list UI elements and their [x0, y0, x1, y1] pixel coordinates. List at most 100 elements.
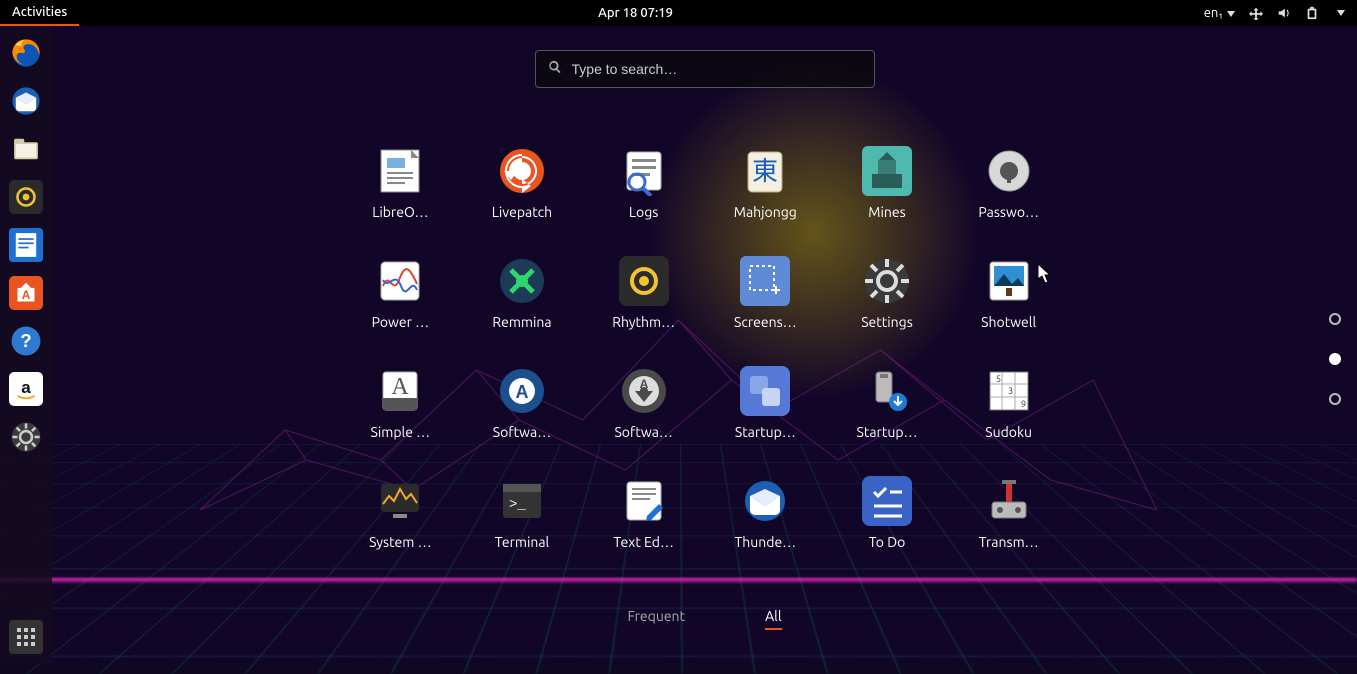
svg-text:A: A: [515, 382, 528, 402]
network-icon[interactable]: [1249, 6, 1263, 20]
app-label: Shotwell: [981, 314, 1036, 330]
app-system-monitor[interactable]: System …: [355, 476, 447, 550]
dock: A? a: [0, 26, 52, 664]
input-source-indicator[interactable]: en₁: [1204, 6, 1235, 20]
app-terminal[interactable]: >_Terminal: [476, 476, 568, 550]
tab-frequent[interactable]: Frequent: [628, 608, 686, 630]
screenshot-icon: [740, 256, 790, 306]
app-label: Softwa…: [493, 424, 551, 440]
app-transmission[interactable]: Transm…: [963, 476, 1055, 550]
search-icon: [548, 60, 562, 78]
activities-button[interactable]: Activities: [0, 0, 79, 26]
dock-writer[interactable]: [9, 228, 43, 262]
dock-files[interactable]: [9, 132, 43, 166]
svg-text:A: A: [639, 377, 648, 391]
page-dot-1[interactable]: [1329, 353, 1341, 365]
app-startup-disk[interactable]: Startup…: [841, 366, 933, 440]
app-startup-apps[interactable]: Startup…: [719, 366, 811, 440]
system-monitor-icon: [375, 476, 425, 526]
software-updater-icon: A: [619, 366, 669, 416]
app-label: Remmina: [492, 314, 551, 330]
svg-text:?: ?: [20, 330, 31, 351]
view-tabs: Frequent All: [628, 608, 782, 630]
app-screenshot[interactable]: Screens…: [719, 256, 811, 330]
app-label: Mahjongg: [734, 204, 797, 220]
todo-icon: [862, 476, 912, 526]
svg-text:3: 3: [1008, 386, 1013, 396]
shotwell-icon: [984, 256, 1034, 306]
app-thunderbird-app[interactable]: Thunde…: [719, 476, 811, 550]
mouse-cursor: [1038, 264, 1054, 288]
app-label: Startup…: [735, 424, 796, 440]
app-software-updater[interactable]: ASoftwa…: [598, 366, 690, 440]
show-applications-button[interactable]: [9, 620, 43, 654]
app-mines[interactable]: Mines: [841, 146, 933, 220]
search-bar[interactable]: [535, 50, 875, 88]
app-rhythmbox-app[interactable]: Rhythm…: [598, 256, 690, 330]
app-label: Rhythm…: [612, 314, 675, 330]
app-text-editor[interactable]: Text Ed…: [598, 476, 690, 550]
app-label: To Do: [869, 534, 906, 550]
app-label: Mines: [868, 204, 905, 220]
dock-amazon[interactable]: a: [9, 372, 43, 406]
svg-text:A: A: [22, 288, 31, 302]
svg-text:a: a: [21, 378, 31, 397]
passwords-icon: [984, 146, 1034, 196]
app-label: System …: [369, 534, 431, 550]
app-software-center[interactable]: A Softwa…: [476, 366, 568, 440]
dock-rhythmbox[interactable]: [9, 180, 43, 214]
svg-text:5: 5: [996, 374, 1001, 384]
app-label: Simple …: [371, 424, 431, 440]
search-input[interactable]: [572, 61, 862, 77]
system-menu-chevron-icon[interactable]: [1337, 10, 1345, 16]
simple-scan-icon: A: [375, 366, 425, 416]
app-label: Startup…: [857, 424, 918, 440]
app-label: Screens…: [734, 314, 797, 330]
dock-firefox[interactable]: [9, 36, 43, 70]
battery-icon[interactable]: [1305, 6, 1319, 20]
app-label: Livepatch: [492, 204, 552, 220]
app-passwords[interactable]: Passwo…: [963, 146, 1055, 220]
app-label: Transm…: [979, 534, 1039, 550]
app-mahjongg[interactable]: 東 Mahjongg: [719, 146, 811, 220]
app-power-stats[interactable]: Power …: [355, 256, 447, 330]
app-label: Thunde…: [735, 534, 797, 550]
chevron-down-icon: [1227, 11, 1235, 17]
dock-settings[interactable]: [9, 420, 43, 454]
app-remmina[interactable]: Remmina: [476, 256, 568, 330]
page-indicator: [1329, 313, 1341, 405]
app-logs[interactable]: Logs: [598, 146, 690, 220]
terminal-icon: >_: [497, 476, 547, 526]
mines-icon: [862, 146, 912, 196]
logs-icon: [619, 146, 669, 196]
tab-all[interactable]: All: [765, 608, 781, 630]
page-dot-0[interactable]: [1329, 313, 1341, 325]
app-label: LibreO…: [372, 204, 428, 220]
text-editor-icon: [619, 476, 669, 526]
app-label: Logs: [629, 204, 658, 220]
startup-apps-icon: [740, 366, 790, 416]
dock-software[interactable]: A: [9, 276, 43, 310]
libreoffice-icon: [375, 146, 425, 196]
dock-thunderbird[interactable]: [9, 84, 43, 118]
app-libreoffice[interactable]: LibreO…: [355, 146, 447, 220]
app-settings-app[interactable]: Settings: [841, 256, 933, 330]
app-label: Power …: [372, 314, 429, 330]
app-label: Sudoku: [985, 424, 1032, 440]
app-sudoku[interactable]: 539 Sudoku: [963, 366, 1055, 440]
thunderbird-app-icon: [740, 476, 790, 526]
app-grid: LibreO… Livepatch Logs 東 Mahjongg Mines Passwo…: [355, 146, 1055, 550]
svg-text:A: A: [392, 374, 410, 400]
app-simple-scan[interactable]: A Simple …: [355, 366, 447, 440]
clock[interactable]: Apr 18 07:19: [598, 6, 673, 20]
transmission-icon: [984, 476, 1034, 526]
mahjongg-icon: 東: [740, 146, 790, 196]
app-todo[interactable]: To Do: [841, 476, 933, 550]
rhythmbox-app-icon: [619, 256, 669, 306]
page-dot-2[interactable]: [1329, 393, 1341, 405]
app-livepatch[interactable]: Livepatch: [476, 146, 568, 220]
svg-text:9: 9: [1021, 399, 1026, 409]
app-label: Passwo…: [978, 204, 1039, 220]
volume-icon[interactable]: [1277, 6, 1291, 20]
dock-help[interactable]: ?: [9, 324, 43, 358]
